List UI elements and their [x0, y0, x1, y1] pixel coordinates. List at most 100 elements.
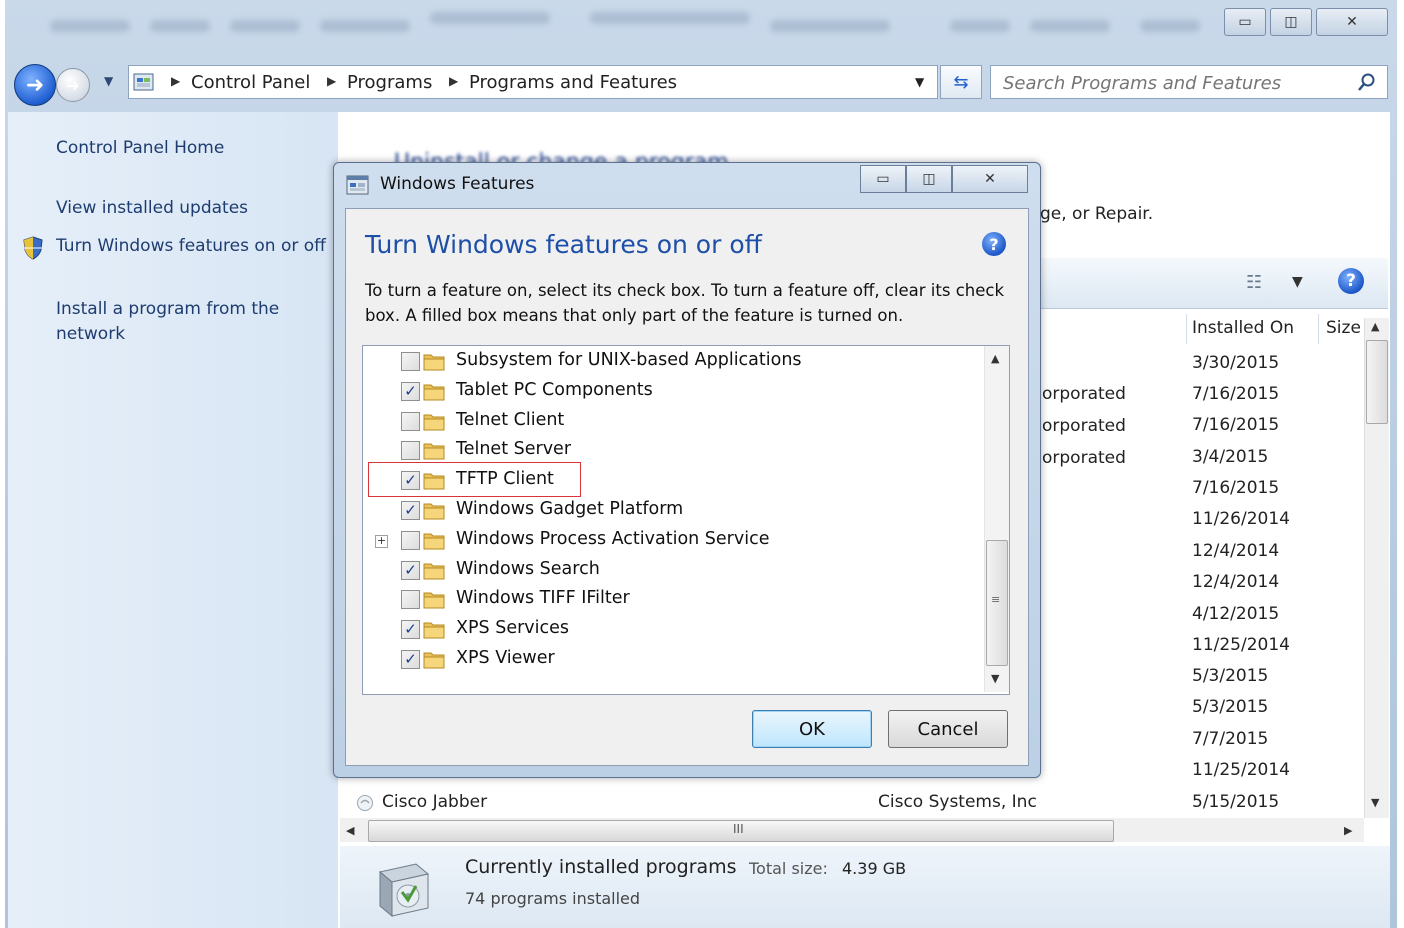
view-options-dropdown[interactable]: ▼ [1292, 274, 1303, 290]
dialog-title: Windows Features [380, 174, 535, 194]
back-button[interactable]: ➜ [14, 64, 56, 106]
change-view-icon[interactable]: ☷ [1246, 272, 1262, 293]
search-box[interactable] [990, 65, 1388, 99]
search-input[interactable] [1001, 70, 1345, 96]
window-minimize-button[interactable]: ▭ [1224, 8, 1266, 36]
installed-date-cell: 12/4/2014 [1192, 572, 1280, 592]
crumb-separator: ▶ [171, 74, 181, 88]
feature-row[interactable]: ✓ Windows Search [363, 557, 983, 585]
recent-pages-dropdown[interactable]: ▼ [104, 74, 113, 88]
window-maximize-button[interactable]: ◫ [1270, 8, 1312, 36]
feature-checkbox[interactable]: ✓ [401, 501, 420, 520]
tftp-client-highlight-box [368, 462, 581, 497]
installed-date-cell: 7/7/2015 [1192, 729, 1269, 749]
feature-row[interactable]: + Windows Process Activation Service [363, 527, 983, 555]
installed-date-cell: 3/4/2015 [1192, 447, 1269, 467]
feature-row[interactable]: ✓ Windows Gadget Platform [363, 497, 983, 525]
search-icon[interactable] [1357, 72, 1377, 92]
list-vertical-scroll-thumb[interactable] [1366, 340, 1388, 424]
folder-icon [423, 530, 445, 550]
folder-icon [423, 411, 445, 431]
feature-label: Windows Gadget Platform [456, 499, 684, 519]
control-panel-home-link[interactable]: Control Panel Home [56, 136, 224, 161]
windows-features-icon [346, 175, 369, 195]
feature-label: Telnet Server [456, 439, 572, 460]
cancel-button[interactable]: Cancel [888, 710, 1008, 748]
feature-checkbox[interactable] [401, 411, 420, 431]
features-scroll-thumb[interactable]: ≡ [986, 540, 1008, 666]
refresh-button[interactable]: ⇆ [940, 65, 982, 99]
maximize-icon: ◫ [1284, 14, 1298, 30]
feature-checkbox[interactable]: ✓ [401, 650, 420, 669]
features-tree[interactable]: Subsystem for UNIX-based Applications ✓ Ta… [362, 345, 1010, 695]
scroll-up-arrow[interactable]: ▲ [991, 352, 999, 365]
list-horizontal-scroll-thumb[interactable]: III [368, 820, 1114, 842]
installed-date-cell: 12/4/2014 [1192, 541, 1280, 561]
ok-button[interactable]: OK [752, 710, 872, 748]
help-icon[interactable]: ? [1338, 268, 1364, 294]
feature-checkbox[interactable] [401, 352, 420, 371]
installed-date-cell: 5/3/2015 [1192, 697, 1269, 717]
feature-row[interactable]: ✓ XPS Services [363, 616, 983, 644]
feature-checkbox[interactable] [401, 441, 420, 461]
installed-date-cell: 3/30/2015 [1192, 353, 1280, 373]
program-installed-on: 5/15/2015 [1192, 792, 1280, 812]
column-divider [1186, 314, 1187, 344]
programs-count: 74 programs installed [465, 889, 641, 908]
address-dropdown-icon[interactable]: ▼ [915, 75, 924, 89]
cisco-jabber-icon [357, 795, 373, 811]
total-size-value: 4.39 GB [842, 859, 907, 878]
forward-arrow-icon: ➜ [66, 75, 80, 95]
breadcrumb-programs[interactable]: Programs [347, 72, 432, 93]
breadcrumb-control-panel[interactable]: Control Panel [191, 72, 310, 93]
installed-date-cell: 7/16/2015 [1192, 384, 1280, 404]
installed-date-cell: 4/12/2015 [1192, 604, 1280, 624]
program-publisher: Cisco Systems, Inc [878, 792, 1037, 812]
address-bar[interactable]: ▶ Control Panel ▶ Programs ▶ Programs an… [128, 65, 938, 99]
program-row[interactable]: Cisco Jabber Cisco Systems, Inc 5/15/201… [344, 790, 1362, 818]
window-close-button[interactable]: ✕ [1316, 8, 1388, 36]
publisher-cell: orporated [1042, 416, 1126, 436]
feature-checkbox[interactable]: ✓ [401, 620, 420, 640]
feature-label: XPS Viewer [456, 648, 555, 668]
help-icon[interactable]: ? [982, 232, 1006, 256]
dialog-close-button[interactable]: ✕ [952, 165, 1028, 193]
view-installed-updates-link[interactable]: View installed updates [56, 196, 248, 221]
scroll-down-arrow[interactable]: ▼ [991, 672, 999, 685]
feature-row[interactable]: Subsystem for UNIX-based Applications [363, 348, 983, 376]
dialog-minimize-button[interactable]: ▭ [860, 165, 906, 193]
feature-checkbox[interactable]: ✓ [401, 381, 420, 401]
blurred-ribbon [30, 8, 1210, 58]
forward-button[interactable]: ➜ [56, 68, 90, 102]
scroll-right-arrow[interactable]: ▶ [1344, 824, 1352, 837]
feature-checkbox[interactable] [401, 530, 420, 550]
column-header-size[interactable]: Size [1326, 318, 1361, 338]
feature-checkbox[interactable] [401, 590, 420, 610]
feature-checkbox[interactable]: ✓ [401, 560, 420, 580]
scroll-up-arrow[interactable]: ▲ [1371, 320, 1379, 333]
installed-date-cell: 7/16/2015 [1192, 478, 1280, 498]
expand-icon[interactable]: + [375, 534, 388, 548]
feature-row[interactable]: ✓ Tablet PC Components [363, 378, 983, 406]
refresh-icon: ⇆ [953, 71, 969, 93]
feature-row[interactable]: Windows TIFF IFilter [363, 586, 983, 614]
feature-row[interactable]: Telnet Client [363, 408, 983, 436]
breadcrumb-programs-and-features[interactable]: Programs and Features [469, 72, 677, 93]
feature-label: Windows Process Activation Service [456, 528, 770, 549]
feature-label: XPS Services [456, 618, 570, 639]
control-panel-icon [133, 73, 154, 91]
dialog-maximize-button[interactable]: ◫ [906, 165, 952, 193]
feature-label: Windows TIFF IFilter [456, 588, 630, 609]
scroll-left-arrow[interactable]: ◀ [346, 824, 354, 837]
page-subtitle-fragment: ge, or Repair. [1040, 204, 1154, 224]
status-title: Currently installed programs [465, 856, 737, 878]
feature-row[interactable]: ✓ XPS Viewer [363, 646, 983, 674]
turn-windows-features-link[interactable]: Turn Windows features on or off [56, 234, 326, 259]
uac-shield-icon [23, 236, 43, 260]
total-size-label: Total size: [749, 859, 828, 878]
column-header-installed-on[interactable]: Installed On [1192, 318, 1294, 338]
install-program-from-network-link[interactable]: Install a program from the network [56, 297, 306, 347]
scroll-down-arrow[interactable]: ▼ [1371, 796, 1379, 809]
back-arrow-icon: ➜ [25, 72, 45, 98]
minimize-icon: ▭ [1238, 14, 1252, 30]
